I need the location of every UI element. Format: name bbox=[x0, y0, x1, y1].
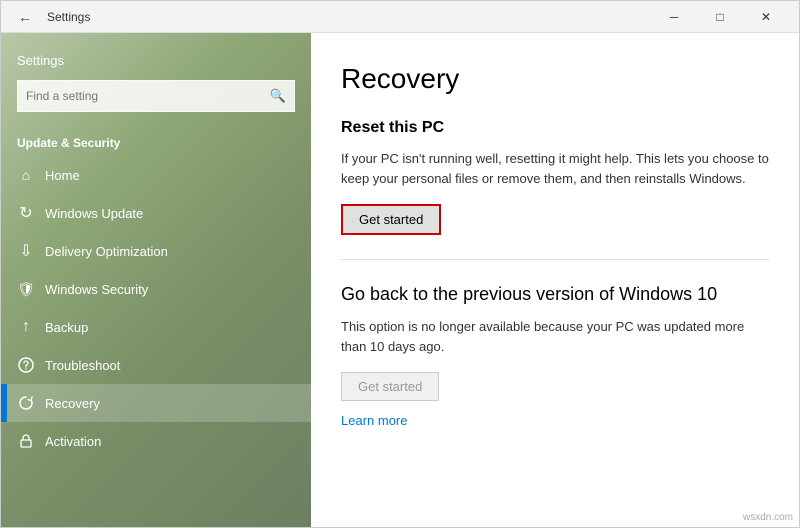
reset-section-title: Reset this PC bbox=[341, 119, 769, 137]
learn-more-link[interactable]: Learn more bbox=[341, 413, 407, 428]
search-input[interactable] bbox=[26, 89, 270, 103]
troubleshoot-icon bbox=[17, 356, 35, 374]
recovery-icon bbox=[17, 394, 35, 412]
sidebar-item-backup[interactable]: ↑ Backup bbox=[1, 308, 311, 346]
titlebar: ← Settings ─ □ ✕ bbox=[1, 1, 799, 33]
sidebar-item-home[interactable]: ⌂ Home bbox=[1, 156, 311, 194]
sidebar-item-activation-label: Activation bbox=[45, 434, 101, 449]
window-controls: ─ □ ✕ bbox=[651, 1, 789, 33]
sidebar-item-delivery-optimization[interactable]: ⇩ Delivery Optimization bbox=[1, 232, 311, 270]
page-title: Recovery bbox=[341, 63, 769, 95]
sidebar-item-windows-update[interactable]: ↻ Windows Update bbox=[1, 194, 311, 232]
main-panel: Recovery Reset this PC If your PC isn't … bbox=[311, 33, 799, 527]
close-button[interactable]: ✕ bbox=[743, 1, 789, 33]
windows-security-icon: 🛡 bbox=[17, 280, 35, 298]
section-divider bbox=[341, 259, 769, 260]
window: ← Settings ─ □ ✕ Settings 🔍 Update & Sec… bbox=[0, 0, 800, 528]
activation-icon bbox=[17, 432, 35, 450]
sidebar-item-troubleshoot-label: Troubleshoot bbox=[45, 358, 120, 373]
go-back-get-started-button: Get started bbox=[341, 372, 439, 401]
sidebar-item-troubleshoot[interactable]: Troubleshoot bbox=[1, 346, 311, 384]
reset-section: Reset this PC If your PC isn't running w… bbox=[341, 119, 769, 235]
go-back-section: Go back to the previous version of Windo… bbox=[341, 284, 769, 401]
window-title: Settings bbox=[47, 10, 651, 24]
sidebar-item-windows-security-label: Windows Security bbox=[45, 282, 148, 297]
search-box[interactable]: 🔍 bbox=[17, 80, 295, 112]
sidebar-item-backup-label: Backup bbox=[45, 320, 88, 335]
sidebar-item-recovery[interactable]: Recovery bbox=[1, 384, 311, 422]
reset-get-started-button[interactable]: Get started bbox=[341, 204, 441, 235]
go-back-section-title: Go back to the previous version of Windo… bbox=[341, 284, 769, 305]
sidebar-app-title: Settings bbox=[17, 53, 295, 68]
sidebar-section-title: Update & Security bbox=[1, 124, 311, 156]
back-button[interactable]: ← bbox=[11, 3, 39, 31]
back-icon: ← bbox=[18, 9, 32, 25]
search-icon: 🔍 bbox=[270, 88, 286, 104]
go-back-section-desc: This option is no longer available becau… bbox=[341, 317, 769, 356]
delivery-optimization-icon: ⇩ bbox=[17, 242, 35, 260]
sidebar-nav: ⌂ Home ↻ Windows Update ⇩ Delivery Optim… bbox=[1, 156, 311, 460]
windows-update-icon: ↻ bbox=[17, 204, 35, 222]
reset-section-desc: If your PC isn't running well, resetting… bbox=[341, 149, 769, 188]
maximize-button[interactable]: □ bbox=[697, 1, 743, 33]
content-area: Settings 🔍 Update & Security ⌂ Home ↻ Wi… bbox=[1, 33, 799, 527]
sidebar-header: Settings 🔍 bbox=[1, 33, 311, 124]
home-icon: ⌂ bbox=[17, 166, 35, 184]
sidebar-item-home-label: Home bbox=[45, 168, 80, 183]
sidebar-item-recovery-label: Recovery bbox=[45, 396, 100, 411]
sidebar-item-delivery-optimization-label: Delivery Optimization bbox=[45, 244, 168, 259]
watermark: wsxdn.com bbox=[743, 512, 793, 523]
minimize-button[interactable]: ─ bbox=[651, 1, 697, 33]
backup-icon: ↑ bbox=[17, 318, 35, 336]
sidebar-item-windows-security[interactable]: 🛡 Windows Security bbox=[1, 270, 311, 308]
sidebar: Settings 🔍 Update & Security ⌂ Home ↻ Wi… bbox=[1, 33, 311, 527]
sidebar-item-activation[interactable]: Activation bbox=[1, 422, 311, 460]
sidebar-item-windows-update-label: Windows Update bbox=[45, 206, 143, 221]
